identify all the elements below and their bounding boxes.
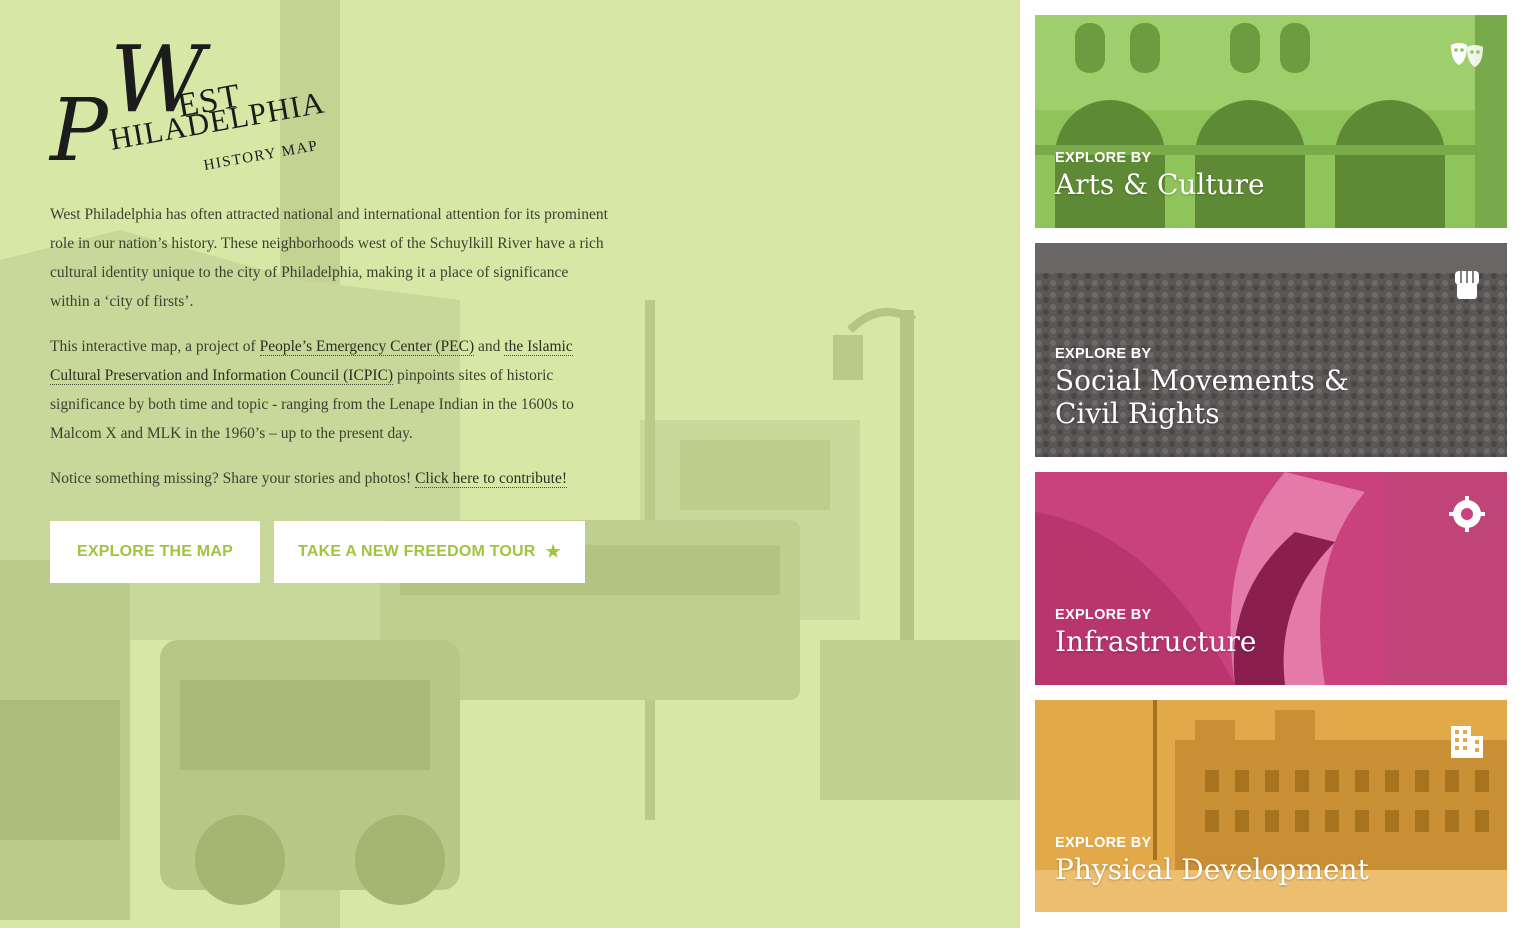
star-icon: ★ [545,542,561,561]
intro-paragraph-3-text: Notice something missing? Share your sto… [50,470,416,487]
hero-content: W EST P HILADELPHIA HISTORY MAP West Phi… [50,34,610,583]
intro-paragraph-2-text-b: and [474,338,505,355]
logo-initial-p: P [50,81,108,181]
card-title: Social Movements & Civil Rights [1055,364,1349,430]
social-movements-label: EXPLORE BY Social Movements & Civil Right… [1055,346,1349,430]
card-eyebrow: EXPLORE BY [1055,835,1152,851]
explore-map-button[interactable]: EXPLORE THE MAP [50,521,260,583]
arts-culture-label: EXPLORE BY Arts & Culture [1055,150,1265,201]
logo-subtitle: HISTORY MAP [202,137,320,174]
card-eyebrow: EXPLORE BY [1055,150,1152,166]
freedom-tour-button[interactable]: TAKE A NEW FREEDOM TOUR ★ [274,521,585,583]
card-eyebrow: EXPLORE BY [1055,607,1152,623]
card-title: Physical Development [1055,853,1369,886]
intro-paragraph-2-text-a: This interactive map, a project of [50,338,260,355]
card-title: Infrastructure [1055,625,1257,658]
card-title-line-1: Social Movements & [1055,364,1349,397]
site-logo[interactable]: W EST P HILADELPHIA HISTORY MAP [50,34,340,190]
intro-paragraph-3: Notice something missing? Share your sto… [50,464,610,493]
gear-wrench-icon [1449,496,1485,532]
raised-fist-icon [1455,271,1479,299]
card-physical-development[interactable]: EXPLORE BY Physical Development [1035,700,1507,912]
contribute-link[interactable]: Click here to contribute! [415,470,567,488]
card-title-line-2: Civil Rights [1055,397,1220,430]
card-social-movements[interactable]: EXPLORE BY Social Movements & Civil Right… [1035,243,1507,457]
card-title: Arts & Culture [1055,168,1265,201]
physical-development-label: EXPLORE BY Physical Development [1055,835,1369,886]
buildings-icon [1451,726,1483,758]
explore-map-button-label: EXPLORE THE MAP [77,543,233,560]
topic-cards: EXPLORE BY Arts & Culture EXPLORE BY Soc… [1035,15,1507,927]
freedom-tour-button-label: TAKE A NEW FREEDOM TOUR [298,543,536,560]
theater-masks-icon [1451,43,1483,67]
intro-paragraph-2: This interactive map, a project of Peopl… [50,332,610,448]
hero-panel: W EST P HILADELPHIA HISTORY MAP West Phi… [0,0,1020,928]
intro-paragraph-1: West Philadelphia has often attracted na… [50,206,608,310]
infrastructure-label: EXPLORE BY Infrastructure [1055,607,1257,658]
card-infrastructure[interactable]: EXPLORE BY Infrastructure [1035,472,1507,685]
pec-link[interactable]: People’s Emergency Center (PEC) [259,338,475,356]
card-eyebrow: EXPLORE BY [1055,346,1152,362]
card-arts-culture[interactable]: EXPLORE BY Arts & Culture [1035,15,1507,228]
hero-buttons: EXPLORE THE MAP TAKE A NEW FREEDOM TOUR … [50,521,610,583]
